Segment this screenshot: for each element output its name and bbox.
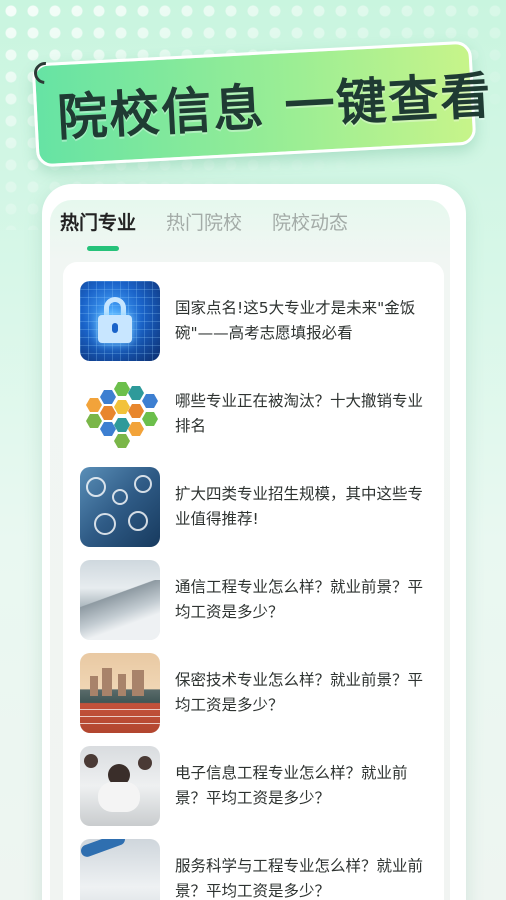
- desk-writing-image: [80, 839, 160, 900]
- article-title: 保密技术专业怎么样？就业前景？平均工资是多少？: [175, 671, 424, 714]
- article-title: 服务科学与工程专业怎么样？就业前景？平均工资是多少？: [175, 857, 424, 900]
- article-title: 哪些专业正在被淘汰？十大撤销专业排名: [175, 392, 424, 435]
- active-tab-indicator: [87, 246, 119, 251]
- tech-icons-image: [80, 467, 160, 547]
- list-item[interactable]: 国家点名!这5大专业才是未来"金饭碗"——高考志愿填报必看: [80, 281, 440, 361]
- article-title: 通信工程专业怎么样？就业前景？平均工资是多少？: [175, 578, 424, 621]
- article-title: 国家点名!这5大专业才是未来"金饭碗"——高考志愿填报必看: [175, 299, 416, 342]
- list-item[interactable]: 保密技术专业怎么样？就业前景？平均工资是多少？: [80, 653, 440, 733]
- list-item[interactable]: 电子信息工程专业怎么样？就业前景？平均工资是多少？: [80, 746, 440, 826]
- list-item[interactable]: 服务科学与工程专业怎么样？就业前景？平均工资是多少？: [80, 839, 440, 900]
- stadium-track-image: [80, 653, 160, 733]
- category-tabs: 热门专业 热门院校 院校动态: [60, 208, 348, 253]
- promo-banner-title: 院校信息 一键查看: [55, 66, 494, 148]
- list-item[interactable]: 哪些专业正在被淘汰？十大撤销专业排名: [80, 374, 440, 454]
- article-list: 国家点名!这5大专业才是未来"金饭碗"——高考志愿填报必看 哪些专业正在被淘汰？…: [63, 262, 444, 900]
- mountain-landscape-image: [80, 560, 160, 640]
- article-title: 扩大四类专业招生规模，其中这些专业值得推荐!: [175, 485, 424, 528]
- students-exam-image: [80, 746, 160, 826]
- list-item[interactable]: 扩大四类专业招生规模，其中这些专业值得推荐!: [80, 467, 440, 547]
- cyber-lock-image: [80, 281, 160, 361]
- list-item[interactable]: 通信工程专业怎么样？就业前景？平均工资是多少？: [80, 560, 440, 640]
- article-title: 电子信息工程专业怎么样？就业前景？平均工资是多少？: [175, 764, 408, 807]
- hexagon-majors-image: [80, 374, 160, 454]
- tab-hot-colleges[interactable]: 热门院校: [166, 208, 242, 253]
- tab-college-news[interactable]: 院校动态: [272, 208, 348, 253]
